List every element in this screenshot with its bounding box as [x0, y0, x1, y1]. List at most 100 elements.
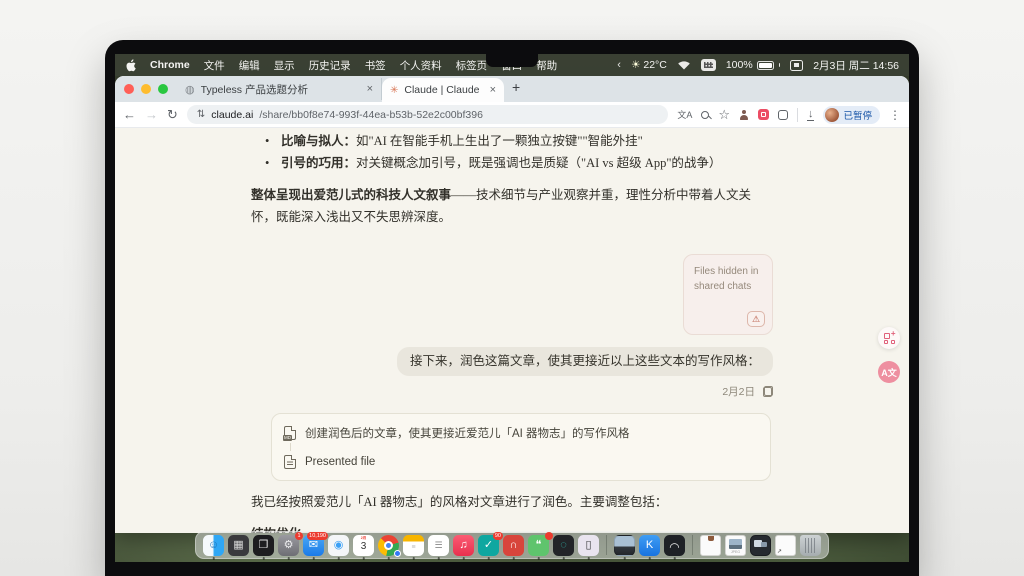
analysis-paragraph: 整体呈现出爱范儿式的科技人文叙事——技术细节与产业观察并重，理性分析中带着人文关…	[251, 184, 773, 228]
claude-chat-page: 比喻与拟人：如"AI 在智能手机上生出了一颗独立按键""智能外挂" 引号的巧用：…	[115, 128, 909, 533]
dock-finder-icon[interactable]: ☺	[203, 535, 224, 556]
dock-launchpad-icon[interactable]: ▦	[228, 535, 249, 556]
site-settings-icon[interactable]: ⇅	[197, 109, 205, 120]
bookmark-star-icon[interactable]: ☆	[718, 107, 730, 123]
menubar-datetime[interactable]: 2月3日 周二 14:56	[813, 58, 899, 73]
tool-row-presented[interactable]: Presented file	[284, 451, 758, 472]
tab-close-icon[interactable]: ×	[490, 84, 496, 96]
weather-status[interactable]: ☀ 22°C	[631, 59, 667, 71]
battery-icon	[757, 61, 774, 70]
dock-bear-icon[interactable]: ∩	[503, 535, 524, 556]
menu-item[interactable]: 编辑	[239, 58, 260, 73]
dock-iphone-mirroring-icon[interactable]: ▯	[578, 535, 599, 556]
tool-row-label: 创建润色后的文章，使其更接近爱范儿「AI 器物志」的写作风格	[305, 425, 630, 441]
menubar-app-name[interactable]: Chrome	[150, 59, 190, 71]
sun-icon: ☀	[631, 59, 640, 71]
browser-toolbar: ← → ↻ ⇅ claude.ai/share/bb0f8e74-993f-44…	[115, 102, 909, 128]
tool-row-create[interactable]: 创建润色后的文章，使其更接近爱范儿「AI 器物志」的写作风格	[284, 422, 758, 443]
dock-separator	[606, 535, 607, 555]
dock-ring-app-icon[interactable]: ◌	[553, 535, 574, 556]
dock-trash-icon[interactable]	[800, 535, 821, 556]
menu-item[interactable]: 个人资料	[400, 58, 442, 73]
dock-notes-icon[interactable]: ≡	[403, 535, 424, 556]
wifi-icon[interactable]	[677, 60, 691, 70]
dock-safari-icon[interactable]: ◉	[328, 535, 349, 556]
menubar-hidden-items-chevron[interactable]: ‹	[617, 59, 621, 71]
dock-chrome-icon[interactable]	[378, 535, 399, 556]
tool-connector-line	[290, 443, 291, 451]
forward-button[interactable]: →	[145, 107, 158, 122]
dock-wechat-icon[interactable]: ❝	[528, 535, 549, 556]
dock-music-icon[interactable]: ♫	[453, 535, 474, 556]
dock-window-preview-photo-icon[interactable]	[614, 535, 635, 556]
warning-chip[interactable]: ⚠	[747, 311, 765, 327]
profile-chip[interactable]: 已暂停	[823, 106, 880, 124]
address-bar[interactable]: ⇅ claude.ai/share/bb0f8e74-993f-44ea-b53…	[187, 105, 668, 124]
battery-status[interactable]: 100%	[726, 59, 780, 71]
minimize-window-button[interactable]	[141, 84, 151, 94]
immersive-translate-button[interactable]: A文	[878, 361, 900, 383]
list-item: 引号的巧用：对关键概念加引号，既是强调也是质疑（"AI vs 超级 App"的战…	[251, 152, 773, 174]
display-settings-icon[interactable]	[790, 60, 803, 71]
markdown-file-icon	[284, 426, 296, 440]
reload-button[interactable]: ↻	[167, 107, 178, 123]
document-icon	[284, 455, 296, 469]
maximize-window-button[interactable]	[158, 84, 168, 94]
dock-file-window-thumb-icon[interactable]	[750, 535, 771, 556]
macbook-frame: Chrome 文件编辑显示历史记录书签个人资料标签页窗口帮助 ‹ ☀ 22°C …	[105, 40, 919, 576]
dock-calendar-icon[interactable]: 2月3	[353, 535, 374, 556]
tab-label: Claude | Claude	[404, 84, 483, 96]
toolbar-divider	[797, 108, 798, 122]
profile-extension-icon[interactable]	[739, 110, 749, 120]
globe-favicon: ◍	[185, 83, 195, 96]
dock-file-document-icon[interactable]	[700, 535, 721, 556]
tab-strip: ◍ Typeless 产品选题分析 × ✳ Claude | Claude × …	[115, 76, 909, 102]
tab-close-icon[interactable]: ×	[367, 83, 373, 95]
dock: ☺▦❐⚙1✉10,190◉2月3 ≡☰♫✓90∩❝◌▯ K◠	[195, 531, 829, 559]
message-date: 2月2日	[722, 384, 755, 399]
downloads-icon[interactable]: ↓	[807, 109, 815, 121]
files-hidden-text: Files hidden in shared chats	[694, 266, 758, 292]
dock-capture-app-icon[interactable]: ❐	[253, 535, 274, 556]
warning-icon: ⚠	[752, 312, 760, 327]
tool-row-label: Presented file	[305, 456, 375, 468]
copy-icon[interactable]	[763, 386, 773, 397]
apple-menu-icon[interactable]	[125, 59, 136, 72]
list-item: 比喻与拟人：如"AI 在智能手机上生出了一颗独立按键""智能外挂"	[251, 130, 773, 152]
tool-use-card[interactable]: 创建润色后的文章，使其更接近爱范儿「AI 器物志」的写作风格 Presented…	[271, 413, 771, 481]
tab-typeless[interactable]: ◍ Typeless 产品选题分析 ×	[177, 78, 382, 100]
dock-window-preview-dark-icon[interactable]: ◠	[664, 535, 685, 556]
user-message-bubble: 接下来，润色这篇文章，使其更接近以上这些文本的写作风格：	[397, 347, 773, 376]
extension-icon[interactable]	[778, 110, 788, 120]
dock-settings-icon[interactable]: ⚙1	[278, 535, 299, 556]
more-menu-icon[interactable]: ⋮	[889, 108, 901, 122]
zoom-icon[interactable]	[701, 111, 709, 119]
menu-item[interactable]: 历史记录	[309, 58, 351, 73]
menu-item[interactable]: 文件	[204, 58, 225, 73]
dock-teal-app-icon[interactable]: ✓90	[478, 535, 499, 556]
desktop-screen: Chrome 文件编辑显示历史记录书签个人资料标签页窗口帮助 ‹ ☀ 22°C …	[115, 54, 909, 562]
profile-status-label: 已暂停	[843, 108, 872, 122]
dock-reminders-icon[interactable]: ☰	[428, 535, 449, 556]
style-analysis-list: 比喻与拟人：如"AI 在智能手机上生出了一颗独立按键""智能外挂" 引号的巧用：…	[251, 130, 773, 174]
dock-mail-icon[interactable]: ✉10,190	[303, 535, 324, 556]
collect-extension-button[interactable]	[878, 327, 900, 349]
menu-item[interactable]: 显示	[274, 58, 295, 73]
url-path: /share/bb0f8e74-993f-44ea-b53b-52e2c00bf…	[259, 109, 483, 121]
input-source-icon[interactable]	[701, 59, 716, 71]
avatar	[825, 108, 839, 122]
dock-keynote-icon[interactable]: K	[639, 535, 660, 556]
back-button[interactable]: ←	[123, 107, 136, 122]
menu-item[interactable]: 帮助	[536, 58, 557, 73]
pink-extension-icon[interactable]	[758, 109, 769, 120]
new-tab-button[interactable]: +	[512, 79, 520, 95]
dock-file-jpeg-icon[interactable]	[725, 535, 746, 556]
translate-icon[interactable]: 文A	[677, 108, 692, 121]
menu-item[interactable]: 标签页	[456, 58, 488, 73]
translate-float-icon: A文	[881, 366, 897, 379]
tab-claude[interactable]: ✳ Claude | Claude ×	[382, 78, 504, 102]
close-window-button[interactable]	[124, 84, 134, 94]
dock-file-alias-icon[interactable]	[775, 535, 796, 556]
dock-separator	[692, 535, 693, 555]
menu-item[interactable]: 书签	[365, 58, 386, 73]
